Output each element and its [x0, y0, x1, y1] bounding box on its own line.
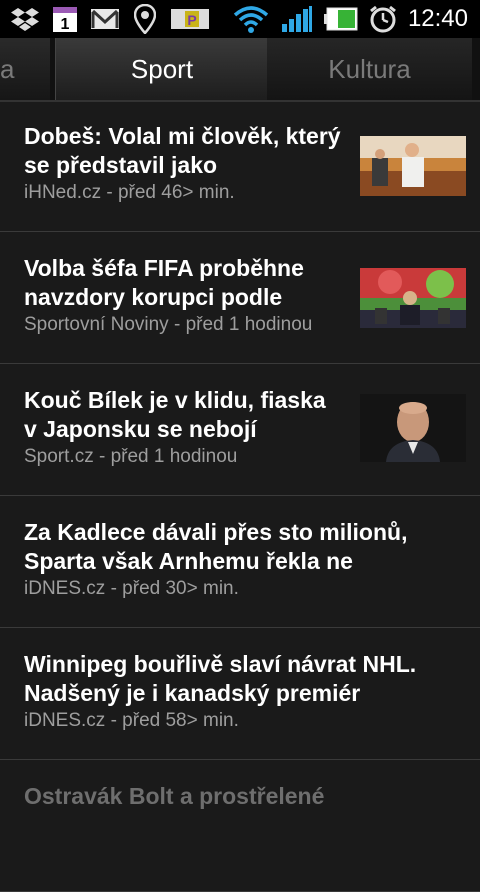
- tab-previous[interactable]: lika: [0, 38, 50, 100]
- tab-kultura[interactable]: Kultura: [267, 38, 472, 100]
- article-source: Sport.cz - před 1 hodinou: [24, 446, 238, 467]
- wifi-icon: [232, 4, 270, 34]
- battery-icon: [323, 4, 358, 34]
- article-thumbnail: [360, 268, 466, 328]
- article-title: Volba šéfa FIFA proběhne navzdory korupc…: [24, 255, 304, 310]
- article-thumbnail: [360, 394, 466, 462]
- clock: 12:40: [407, 5, 468, 32]
- article-title: Ostravák Bolt a prostřelené: [24, 783, 325, 809]
- gmail-icon: [90, 4, 120, 34]
- article-item[interactable]: Za Kadlece dávali přes sto milionů, Spar…: [0, 496, 480, 628]
- svg-text:P: P: [187, 12, 196, 28]
- article-source: Sportovní Noviny - před 1 hodinou: [24, 314, 313, 335]
- article-source: iDNES.cz - před 58> min.: [24, 710, 239, 731]
- status-bar: 1 P 12:40: [0, 0, 480, 38]
- article-title: Kouč Bílek je v klidu, fiaska v Japonsku…: [24, 387, 326, 442]
- tab-sport[interactable]: Sport: [55, 38, 269, 100]
- article-source: iHNed.cz - před 46> min.: [24, 182, 235, 203]
- parking-icon: P: [170, 4, 210, 34]
- article-title: Za Kadlece dávali přes sto milionů, Spar…: [24, 519, 408, 574]
- location-icon: [130, 4, 160, 34]
- article-item[interactable]: Kouč Bílek je v klidu, fiaska v Japonsku…: [0, 364, 480, 496]
- article-title: Winnipeg bouřlivě slaví návrat NHL. Nadš…: [24, 651, 417, 706]
- calendar-icon: 1: [50, 4, 80, 34]
- article-thumbnail: [360, 136, 466, 196]
- article-item[interactable]: Dobeš: Volal mi člověk, který se předsta…: [0, 100, 480, 232]
- article-list: Dobeš: Volal mi člověk, který se předsta…: [0, 100, 480, 892]
- article-item[interactable]: Volba šéfa FIFA proběhne navzdory korupc…: [0, 232, 480, 364]
- alarm-icon: [368, 4, 398, 34]
- signal-icon: [280, 4, 314, 34]
- category-tabs: lika Sport Kultura: [0, 38, 480, 102]
- article-source: iDNES.cz - před 30> min.: [24, 578, 239, 599]
- dropbox-icon: [10, 4, 40, 34]
- article-title: Dobeš: Volal mi člověk, který se předsta…: [24, 123, 341, 178]
- calendar-day: 1: [61, 16, 70, 33]
- article-item[interactable]: Ostravák Bolt a prostřelené: [0, 760, 480, 892]
- article-item[interactable]: Winnipeg bouřlivě slaví návrat NHL. Nadš…: [0, 628, 480, 760]
